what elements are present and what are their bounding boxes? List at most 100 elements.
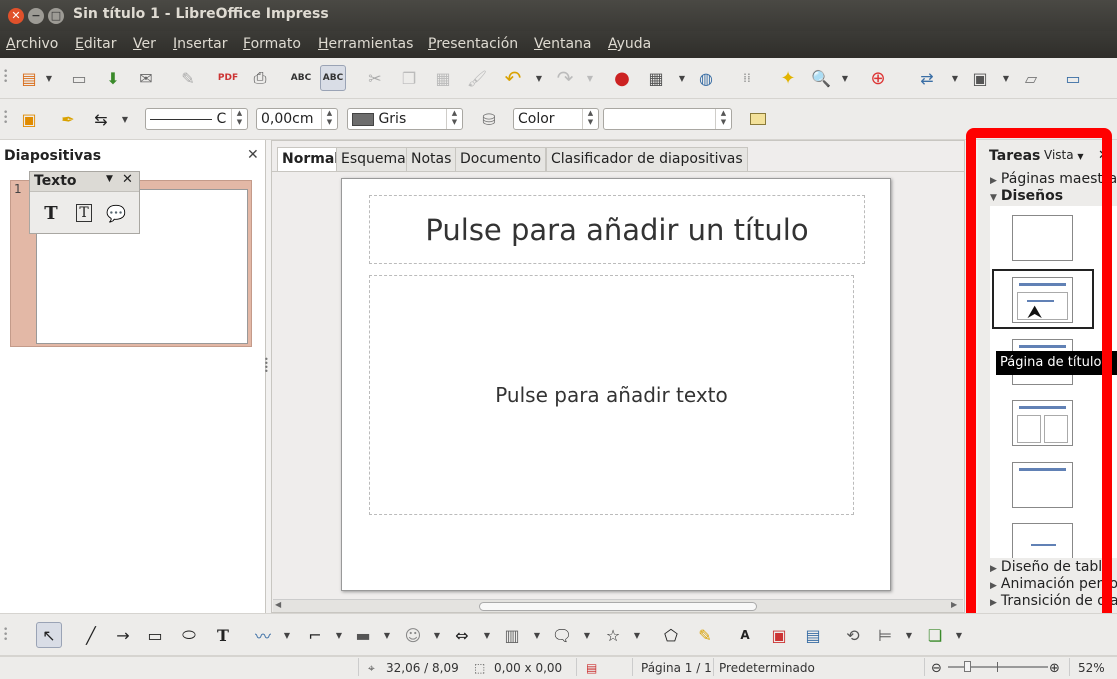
rotate-icon[interactable]: ⟲ — [840, 622, 866, 648]
zoom-dropdown-icon[interactable]: ▼ — [840, 74, 850, 83]
symbol-dropdown-icon[interactable]: ▼ — [432, 631, 442, 640]
paste-icon[interactable]: ▦ — [430, 65, 456, 91]
alignment-icon[interactable]: ⊨ — [872, 622, 898, 648]
flowchart-icon[interactable]: ▥ — [499, 622, 525, 648]
menu-formato[interactable]: Formato — [243, 36, 301, 52]
layout-dropdown-icon[interactable]: ▼ — [1001, 74, 1011, 83]
undo-dropdown-icon[interactable]: ▼ — [534, 74, 544, 83]
tab-notas[interactable]: Notas — [406, 147, 457, 171]
slide-layout-icon[interactable]: ▣ — [967, 65, 993, 91]
menu-ventana[interactable]: Ventana — [534, 36, 592, 52]
toolbar-grip[interactable]: • • • — [3, 68, 8, 87]
rectangle-icon[interactable]: ▭ — [142, 622, 168, 648]
block-arrows-icon[interactable]: ⇔ — [449, 622, 475, 648]
spellcheck-icon[interactable]: ABC — [288, 65, 314, 91]
zoom-out-icon[interactable]: ⊖ — [931, 661, 942, 676]
alignment-dropdown-icon[interactable]: ▼ — [904, 631, 914, 640]
clone-format-icon[interactable]: 🖌 — [464, 65, 490, 91]
helplines-icon[interactable]: ✦ — [775, 65, 801, 91]
arrow-line-icon[interactable]: → — [110, 622, 136, 648]
select-icon[interactable]: ↖ — [36, 622, 62, 648]
chart-icon[interactable]: ● — [609, 65, 635, 91]
toolbar-grip[interactable]: • • • — [3, 109, 8, 128]
line-style-select[interactable]: C ▲ ▼ — [145, 108, 248, 130]
arrange-icon[interactable]: ❏ — [922, 622, 948, 648]
text-icon[interactable]: T — [210, 622, 236, 648]
autospellcheck-icon[interactable]: ABC — [320, 65, 346, 91]
line-width-field[interactable]: 0,00cm ▲ ▼ — [256, 108, 338, 130]
fontwork-icon[interactable]: A — [732, 622, 758, 648]
menu-editar[interactable]: Editar — [75, 36, 116, 52]
basic-shapes-icon[interactable]: ▬ — [350, 622, 376, 648]
arrange-dropdown-icon[interactable]: ▼ — [954, 631, 964, 640]
text-toolbar-menu-icon[interactable]: ▼ — [106, 174, 113, 184]
curve-dropdown-icon[interactable]: ▼ — [282, 631, 292, 640]
menu-archivo[interactable]: Archivo — [6, 36, 58, 52]
undo-icon[interactable]: ↶ — [500, 65, 526, 91]
points-icon[interactable]: ⬠ — [658, 622, 684, 648]
zoom-slider[interactable] — [948, 666, 1048, 668]
styles-icon[interactable]: ▣ — [16, 106, 42, 132]
line-color-select[interactable]: Gris ▲ ▼ — [347, 108, 463, 130]
table-icon[interactable]: ▦ — [643, 65, 669, 91]
save-icon[interactable]: ⬇ — [100, 65, 126, 91]
tab-esquema[interactable]: Esquema — [336, 147, 411, 171]
zoom-icon[interactable]: 🔍 — [808, 65, 834, 91]
content-placeholder[interactable]: Pulse para añadir texto — [369, 275, 854, 515]
callout-icon[interactable]: 💬 — [103, 200, 129, 226]
minimize-window-button[interactable]: − — [28, 8, 44, 24]
shadow-icon[interactable] — [745, 106, 771, 132]
scroll-thumb[interactable] — [479, 602, 757, 611]
callouts-dropdown-icon[interactable]: ▼ — [582, 631, 592, 640]
table-dropdown-icon[interactable]: ▼ — [677, 74, 687, 83]
area-style-select[interactable]: Color ▲ ▼ — [513, 108, 599, 130]
tab-clasificador[interactable]: Clasificador de diapositivas — [546, 147, 748, 171]
tab-normal[interactable]: Normal — [277, 147, 345, 172]
fit-text-icon[interactable]: T — [71, 200, 97, 226]
copy-icon[interactable]: ❐ — [396, 65, 422, 91]
scroll-left-icon[interactable]: ◀ — [275, 600, 281, 609]
line-tool-icon[interactable]: ╱ — [78, 622, 104, 648]
curve-icon[interactable]: 〰 — [250, 622, 276, 648]
menu-ayuda[interactable]: Ayuda — [608, 36, 651, 52]
close-window-button[interactable]: ✕ — [8, 8, 24, 24]
open-icon[interactable]: ▭ — [66, 65, 92, 91]
splitter-grip[interactable]: • • • • — [264, 356, 269, 376]
callouts-icon[interactable]: 🗨 — [549, 622, 575, 648]
slide-dropdown-icon[interactable]: ▼ — [950, 74, 960, 83]
arrow-style-dropdown-icon[interactable]: ▼ — [120, 115, 130, 124]
area-fill-select[interactable]: ▲ ▼ — [603, 108, 732, 130]
area-icon[interactable]: ⛁ — [476, 106, 502, 132]
stars-dropdown-icon[interactable]: ▼ — [632, 631, 642, 640]
navigator-icon[interactable]: ◍ — [693, 65, 719, 91]
basic-shapes-dropdown-icon[interactable]: ▼ — [382, 631, 392, 640]
close-slides-panel-icon[interactable]: ✕ — [247, 147, 259, 163]
block-arrows-dropdown-icon[interactable]: ▼ — [482, 631, 492, 640]
redo-dropdown-icon[interactable]: ▼ — [585, 74, 595, 83]
connector-dropdown-icon[interactable]: ▼ — [334, 631, 344, 640]
menu-insertar[interactable]: Insertar — [173, 36, 228, 52]
menu-ver[interactable]: Ver — [133, 36, 156, 52]
text-toolbar-header[interactable]: Texto ▼ ✕ — [30, 172, 139, 192]
tab-documento[interactable]: Documento — [455, 147, 547, 171]
scroll-right-icon[interactable]: ▶ — [951, 600, 957, 609]
page-icon[interactable]: ▱ — [1018, 65, 1044, 91]
gallery-icon[interactable]: ▤ — [800, 622, 826, 648]
new-document-icon[interactable]: ▤ — [16, 65, 42, 91]
presentation-icon[interactable]: ▭ — [1060, 65, 1086, 91]
glue-points-icon[interactable]: ✎ — [692, 622, 718, 648]
zoom-slider-thumb[interactable] — [964, 661, 971, 672]
export-pdf-icon[interactable]: PDF — [215, 65, 241, 91]
ellipse-icon[interactable]: ⬭ — [176, 622, 202, 648]
edit-file-icon[interactable]: ✎ — [175, 65, 201, 91]
grid-icon[interactable]: ⁞⁞ — [734, 65, 760, 91]
flowchart-dropdown-icon[interactable]: ▼ — [532, 631, 542, 640]
arrow-style-icon[interactable]: ⇆ — [88, 106, 114, 132]
line-icon[interactable]: ✒ — [55, 106, 81, 132]
from-file-icon[interactable]: ▣ — [766, 622, 792, 648]
text-toolbar-close-icon[interactable]: ✕ — [122, 172, 133, 187]
title-placeholder[interactable]: Pulse para añadir un título — [369, 195, 865, 264]
symbol-shapes-icon[interactable]: ☺ — [400, 622, 426, 648]
maximize-window-button[interactable]: □ — [48, 8, 64, 24]
horizontal-scrollbar[interactable]: ◀ ▶ — [273, 599, 963, 612]
